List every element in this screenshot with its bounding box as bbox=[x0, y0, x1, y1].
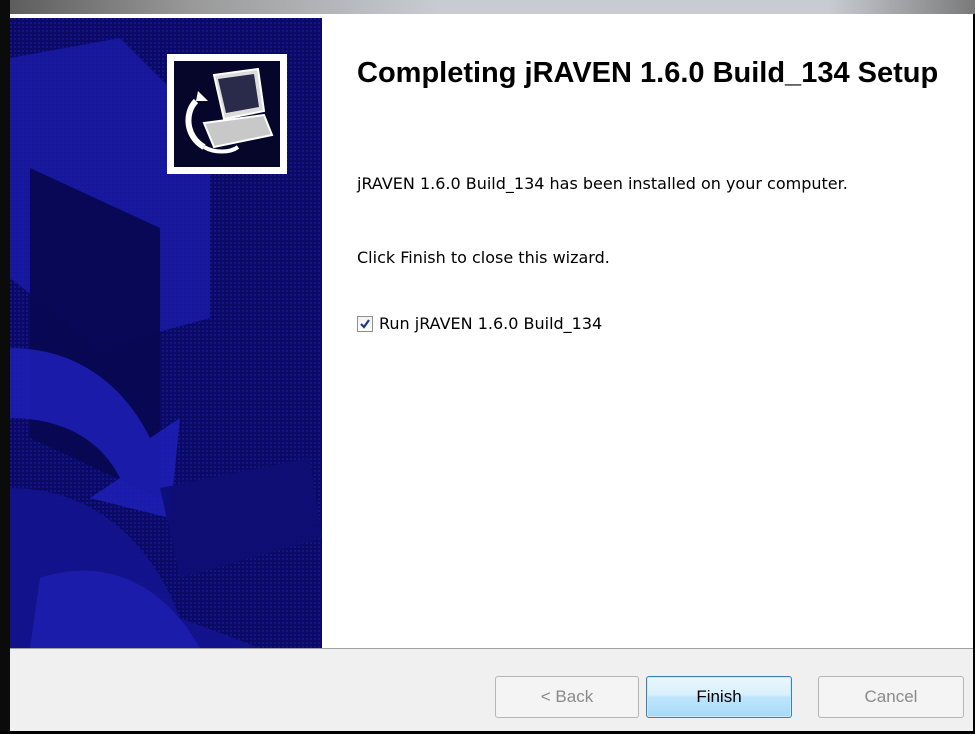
installer-logo-frame bbox=[167, 54, 287, 174]
wizard-button-bar: < Back Finish Cancel bbox=[10, 649, 973, 731]
run-app-checkbox[interactable] bbox=[357, 315, 373, 332]
wizard-content: Completing jRAVEN 1.6.0 Build_134 Setup … bbox=[322, 18, 973, 648]
installed-message: jRAVEN 1.6.0 Build_134 has been installe… bbox=[357, 174, 848, 193]
installer-banner bbox=[10, 18, 322, 648]
wizard-title: Completing jRAVEN 1.6.0 Build_134 Setup bbox=[357, 57, 939, 89]
window-left-edge bbox=[0, 0, 10, 734]
window-top-edge bbox=[0, 0, 975, 14]
run-app-checkbox-label[interactable]: Run jRAVEN 1.6.0 Build_134 bbox=[379, 314, 602, 333]
run-app-checkbox-row[interactable]: Run jRAVEN 1.6.0 Build_134 bbox=[357, 314, 602, 333]
back-button[interactable]: < Back bbox=[495, 676, 639, 718]
setup-wizard-window: Completing jRAVEN 1.6.0 Build_134 Setup … bbox=[0, 0, 975, 734]
cancel-button[interactable]: Cancel bbox=[818, 676, 964, 718]
installer-computer-icon bbox=[174, 61, 280, 167]
finish-button[interactable]: Finish bbox=[646, 676, 792, 718]
close-instruction: Click Finish to close this wizard. bbox=[357, 248, 610, 267]
checkmark-icon bbox=[360, 318, 370, 329]
